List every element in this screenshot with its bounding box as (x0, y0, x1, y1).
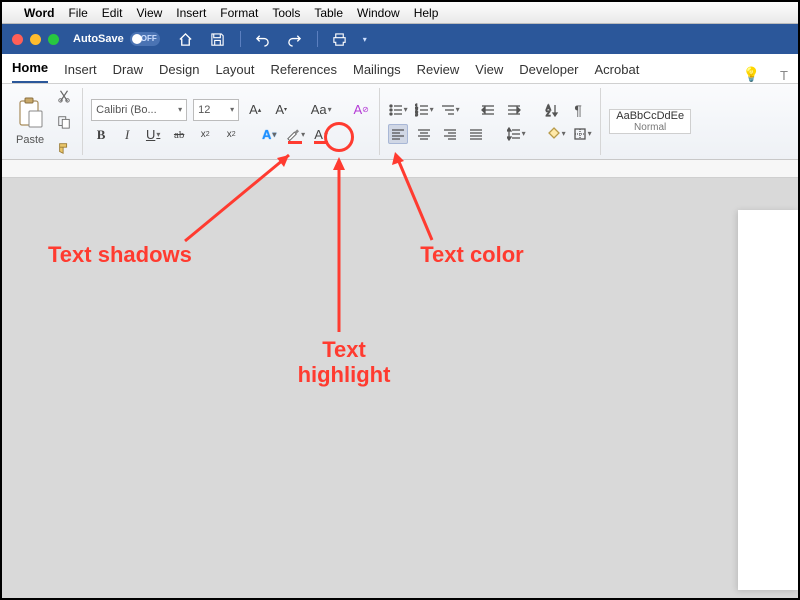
annotation-arrow-color (2, 2, 800, 600)
